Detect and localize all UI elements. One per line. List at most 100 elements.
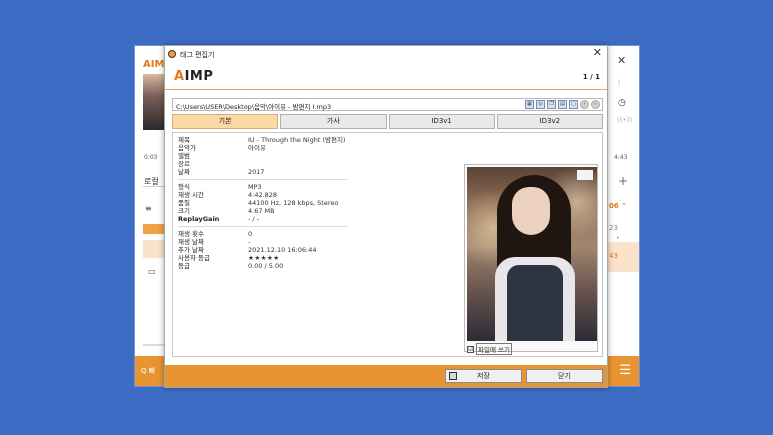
added-date-value: 2021.12.10 16:06:44 <box>248 246 317 254</box>
file-icon[interactable]: ▢ <box>569 100 578 109</box>
clock-icon[interactable]: ◷ <box>618 98 626 108</box>
field-row: 음악가 아이유 <box>178 144 458 152</box>
elapsed-time: 0:03 <box>144 154 158 161</box>
close-icon[interactable]: ✕ <box>617 54 626 67</box>
field-row: 날짜 2017 <box>178 168 458 176</box>
write-to-file-option[interactable]: ☑ 파일에 쓰기 <box>467 343 512 355</box>
field-label: 추가 날짜 <box>178 246 204 254</box>
album-art[interactable] <box>467 167 597 341</box>
save-button[interactable]: 저장 <box>445 369 522 383</box>
album-art-face <box>512 187 550 235</box>
track-count: 06 ⌃ <box>609 202 628 210</box>
divider <box>178 226 348 227</box>
album-art-frame: ☑ 파일에 쓰기 <box>464 164 598 355</box>
field-label: 재생 횟수 <box>178 230 204 238</box>
field-label: 형식 <box>178 183 190 191</box>
quality-value: 44100 Hz, 128 kbps, Stereo <box>248 199 339 207</box>
tab-id3v1[interactable]: ID3v1 <box>388 114 495 129</box>
file-path-bar: C:\Users\USER\Desktop\음악\아이유 - 밤편지 I.mp3… <box>172 98 603 111</box>
aimp-app-icon <box>168 50 176 58</box>
previous-icon[interactable]: ‹ <box>580 100 589 109</box>
field-label: 날짜 <box>178 168 190 176</box>
field-label: 음악가 <box>178 144 196 152</box>
write-to-file-checkbox[interactable]: ☑ <box>467 345 474 353</box>
main-window-right-panel: ✕ ⫶ ◷ ((•)) 4:43 + 06 ⌃ 23 • 43 <box>604 46 639 358</box>
equalizer-icon[interactable]: ⫶ <box>618 79 620 89</box>
album-art-badge <box>577 170 593 180</box>
tag-tabs: 기본 가사 ID3v1 ID3v2 <box>172 114 603 129</box>
field-row: 장르 <box>178 160 458 168</box>
album-thumbnail <box>143 74 165 130</box>
field-label: ReplayGain <box>178 215 220 223</box>
divider <box>178 179 348 180</box>
tag-fields: 제목 IU - Through the Night (밤편지) 음악가 아이유 앨범… <box>178 136 458 270</box>
rating-value: 0.00 / 5.00 <box>248 262 284 270</box>
field-label: 크기 <box>178 207 190 215</box>
field-row: 앨범 <box>178 152 458 160</box>
search-field[interactable]: Q 빠 <box>141 366 155 376</box>
field-label: 등급 <box>178 262 190 270</box>
date-value[interactable]: 2017 <box>248 168 265 176</box>
field-row: 등급 0.00 / 5.00 <box>178 262 458 270</box>
next-icon[interactable]: › <box>591 100 600 109</box>
hamburger-icon[interactable]: ≡ <box>145 204 152 213</box>
tag-content-panel: 제목 IU - Through the Night (밤편지) 음악가 아이유 앨범… <box>172 132 603 357</box>
field-row: 재생 시간 4:42.828 <box>178 191 458 199</box>
close-button[interactable]: 닫기 <box>526 369 603 383</box>
file-counter: 1 / 1 <box>582 73 600 81</box>
dot-marker: • <box>616 235 620 242</box>
copy-icon[interactable]: ❐ <box>547 100 556 109</box>
replaygain-value: - / - <box>248 215 260 223</box>
field-row: 품질 44100 Hz, 128 kbps, Stereo <box>178 199 458 207</box>
field-label: 재생 시간 <box>178 191 204 199</box>
aimp-logo: AIMP <box>174 69 213 84</box>
user-rating-stars[interactable]: ★★★★★ <box>248 254 280 262</box>
total-time: 4:43 <box>614 154 628 161</box>
artist-value[interactable]: 아이유 <box>248 144 266 152</box>
field-row: 재생 날짜 - <box>178 238 458 246</box>
field-row: 제목 IU - Through the Night (밤편지) <box>178 136 458 144</box>
search-tag-icon[interactable]: ◎ <box>536 100 545 109</box>
save-button-label: 저장 <box>477 372 490 380</box>
file-path: C:\Users\USER\Desktop\음악\아이유 - 밤편지 I.mp3 <box>176 103 332 111</box>
close-icon[interactable]: ✕ <box>593 47 602 59</box>
path-toolbar: ▦ ◎ ❐ ▤ ▢ ‹ › <box>525 100 600 109</box>
duration-value: 4:42.828 <box>248 191 278 199</box>
field-row: 형식 MP3 <box>178 183 458 191</box>
radio-icon[interactable]: ((•)) <box>617 116 632 124</box>
field-row: 사용자 등급 ★★★★★ <box>178 254 458 262</box>
field-row: 추가 날짜 2021.12.10 16:06:44 <box>178 246 458 254</box>
dialog-titlebar[interactable]: 태그 편집기 ✕ <box>165 46 607 62</box>
tab-id3v2[interactable]: ID3v2 <box>496 114 603 129</box>
tab-lyrics[interactable]: 가사 <box>280 114 387 129</box>
logo-a: A <box>174 69 185 84</box>
write-to-file-label[interactable]: 파일에 쓰기 <box>476 343 512 355</box>
menu-icon[interactable]: ☰ <box>619 364 631 377</box>
size-value: 4.67 MB <box>248 207 275 215</box>
field-label: 장르 <box>178 160 190 168</box>
folder-icon[interactable]: ▤ <box>558 100 567 109</box>
play-count-value: 0 <box>248 230 253 238</box>
play-date-value: - <box>248 238 251 246</box>
title-value[interactable]: IU - Through the Night (밤편지) <box>248 136 345 144</box>
save-icon <box>449 372 457 380</box>
tab-basic[interactable]: 기본 <box>172 114 279 129</box>
field-label: 앨범 <box>178 152 190 160</box>
field-row: 재생 횟수 0 <box>178 230 458 238</box>
field-row: ReplayGain - / - <box>178 215 458 223</box>
close-button-label: 닫기 <box>558 372 571 380</box>
album-art-vest <box>507 265 563 341</box>
dialog-footer: 저장 닫기 <box>165 365 607 387</box>
dialog-title: 태그 편집기 <box>180 51 215 59</box>
dialog-header: AIMP 1 / 1 <box>165 62 607 90</box>
tag-icon[interactable]: ▦ <box>525 100 534 109</box>
divider <box>143 186 165 187</box>
add-icon[interactable]: + <box>618 174 628 188</box>
field-label: 사용자 등급 <box>178 254 210 262</box>
track-duration: 43 <box>609 252 618 260</box>
folder-icon[interactable]: ▭ <box>148 267 156 276</box>
main-window-left-panel: AIM 0:03 로컬 ≡ ▭ <box>135 46 167 386</box>
field-label: 재생 날짜 <box>178 238 204 246</box>
format-value: MP3 <box>248 183 262 191</box>
field-label: 제목 <box>178 136 190 144</box>
